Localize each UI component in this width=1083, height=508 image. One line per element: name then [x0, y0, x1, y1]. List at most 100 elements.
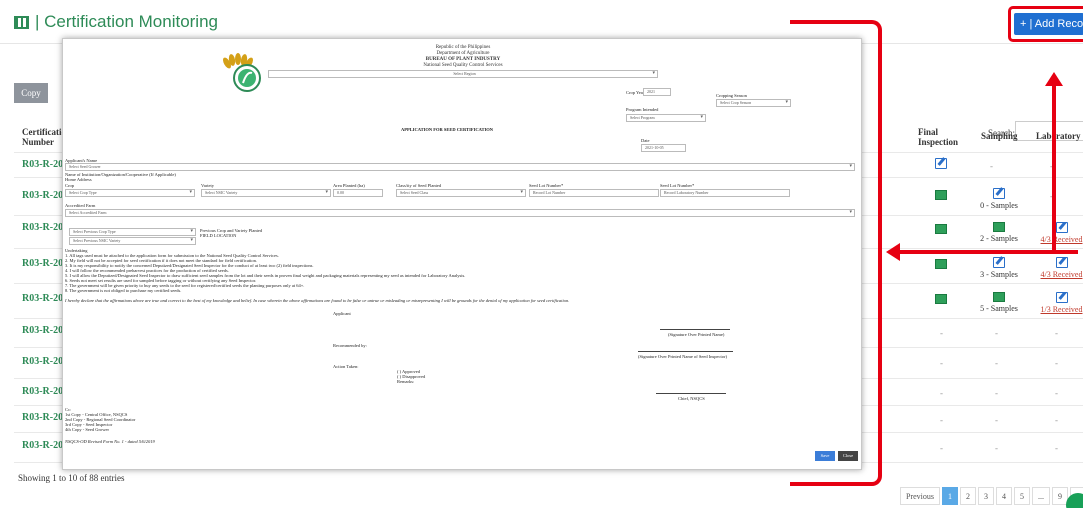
grid-icon — [14, 15, 29, 29]
final-inspection-edit[interactable] — [935, 158, 947, 171]
edit-icon — [935, 158, 947, 169]
empty-cell: - — [995, 388, 998, 398]
copy-item: 4th Copy - Seed Grower — [65, 427, 109, 432]
sampling-cell[interactable]: 0 - Samples — [976, 188, 1022, 210]
application-modal: Republic of the Philippines Department o… — [62, 38, 862, 470]
empty-cell: - — [995, 415, 998, 425]
edit-icon — [1055, 292, 1068, 303]
seed-lot-label: Seed Lot Number* — [529, 183, 564, 188]
form-number: NSQCS-OD Revised Form No. 1 - dated 5/6/… — [65, 439, 155, 444]
page-4[interactable]: 4 — [996, 487, 1012, 505]
seed-lot-input[interactable]: Record Lot Number — [529, 189, 659, 197]
empty-cell: - — [995, 358, 998, 368]
sampling-cell[interactable]: 5 - Samples — [976, 292, 1022, 313]
signature-line — [638, 351, 733, 352]
farm-select[interactable]: Select Accredited Farm — [65, 209, 855, 217]
sampling-empty: - — [990, 161, 993, 171]
sampling-cell[interactable]: 3 - Samples — [976, 257, 1022, 279]
crop-select[interactable]: Select Crop Type — [65, 189, 195, 197]
edit-icon — [993, 188, 1005, 199]
inspector-signature-label: (Signature Over Printed Name of Seed Ins… — [638, 354, 727, 359]
empty-cell: - — [940, 358, 943, 368]
empty-cell: - — [1055, 415, 1058, 425]
area-input[interactable]: 0.00 — [333, 189, 383, 197]
table-icon — [935, 224, 947, 234]
table-icon — [993, 292, 1005, 302]
farm-label: Accredited Farm — [65, 203, 96, 208]
laboratory-cell[interactable]: 4/3 Received — [1040, 257, 1083, 279]
date-input[interactable]: 2021-10-05 — [641, 144, 686, 152]
annotation-arrow-shaft — [1052, 84, 1056, 252]
sampling-count: 0 - Samples — [980, 201, 1018, 210]
cropping-season-label: Cropping Season — [716, 93, 747, 98]
lab-lot-label: Seed Lot Number* — [660, 183, 695, 188]
received-link[interactable]: 4/3 Received — [1041, 270, 1083, 279]
lab-lot-input[interactable]: Record Laboratory Number — [660, 189, 790, 197]
empty-cell: - — [1055, 443, 1058, 453]
arrow-left-icon — [886, 243, 900, 261]
applicant-select[interactable]: Select Seed Grower — [65, 163, 855, 171]
final-inspection-view[interactable] — [935, 190, 947, 202]
crop-year-input[interactable]: 2021 — [643, 88, 671, 96]
page-5[interactable]: 5 — [1014, 487, 1030, 505]
page-1[interactable]: 1 — [942, 487, 958, 505]
crop-year-label: Crop Year — [626, 90, 645, 95]
remarks-label: Remarks: — [397, 379, 415, 384]
program-label: Program Intended — [626, 107, 659, 112]
sampling-count: 3 - Samples — [980, 270, 1018, 279]
annotation-bracket — [790, 20, 882, 486]
header-certification-number[interactable]: Certification Number — [22, 127, 71, 147]
final-inspection-view[interactable] — [935, 294, 947, 306]
arrow-up-icon — [1045, 72, 1063, 86]
annotation-arrow-shaft — [898, 250, 1078, 254]
empty-cell: - — [940, 328, 943, 338]
table-icon — [935, 190, 947, 200]
page-previous[interactable]: Previous — [900, 487, 940, 505]
page-2[interactable]: 2 — [960, 487, 976, 505]
received-link[interactable]: 4/3 Received — [1041, 235, 1083, 244]
cropping-season-select[interactable]: Select Crop Season — [716, 99, 791, 107]
laboratory-cell[interactable]: 1/3 Received — [1040, 292, 1083, 314]
region-select[interactable]: Select Region — [268, 70, 658, 78]
program-select[interactable]: Select Program — [626, 114, 706, 122]
edit-icon — [993, 257, 1005, 268]
declaration-text: I hereby declare that the affirmations a… — [65, 298, 570, 303]
final-inspection-view[interactable] — [935, 224, 947, 236]
highlight-box — [1008, 6, 1083, 42]
header-sampling[interactable]: Sampling — [981, 131, 1018, 141]
area-label: Area Planted (ha) — [333, 183, 365, 188]
empty-cell: - — [1055, 358, 1058, 368]
header-final-inspection[interactable]: Final Inspection — [918, 127, 963, 147]
laboratory-cell[interactable]: 4/3 Received — [1040, 222, 1083, 244]
final-inspection-view[interactable] — [935, 259, 947, 271]
recommended-label: Recommended by: — [333, 343, 367, 348]
header-laboratory[interactable]: Laboratory — [1036, 131, 1081, 141]
signature-line — [656, 393, 726, 394]
sampling-count: 5 - Samples — [980, 304, 1018, 313]
variety-select[interactable]: Select NSIC Variety — [201, 189, 331, 197]
edit-icon — [1055, 222, 1068, 233]
signature-line — [660, 329, 730, 330]
received-link[interactable]: 1/3 Received — [1041, 305, 1083, 314]
seed-class-label: Class/ity of Seed Planted — [396, 183, 442, 188]
crop-label: Crop — [65, 183, 74, 188]
empty-cell: - — [940, 443, 943, 453]
address-label: Home Address — [65, 177, 92, 182]
page-3[interactable]: 3 — [978, 487, 994, 505]
table-icon — [993, 222, 1005, 232]
sampling-count: 2 - Samples — [980, 234, 1018, 243]
action-taken-label: Action Taken: — [333, 364, 359, 369]
seed-class-select[interactable]: Select Seed Class — [396, 189, 526, 197]
previous-crop-select[interactable]: Select Previous Crop Type — [69, 228, 196, 236]
sampling-cell[interactable]: 2 - Samples — [976, 222, 1022, 243]
applicant-signature-label: Applicant — [333, 311, 351, 316]
form-title: APPLICATION FOR SEED CERTIFICATION — [401, 127, 494, 132]
chief-label: Chief, NSQCS — [678, 396, 705, 401]
pagination: Previous 1 2 3 4 5 ... 9 Next — [900, 487, 1083, 505]
header-nsqcs: National Seed Quality Control Services — [423, 63, 503, 68]
copy-button[interactable]: Copy — [14, 83, 48, 103]
previous-variety-select[interactable]: Select Previous NSIC Variety — [69, 237, 196, 245]
empty-cell: - — [995, 443, 998, 453]
empty-cell: - — [940, 415, 943, 425]
date-label: Date — [641, 138, 650, 143]
